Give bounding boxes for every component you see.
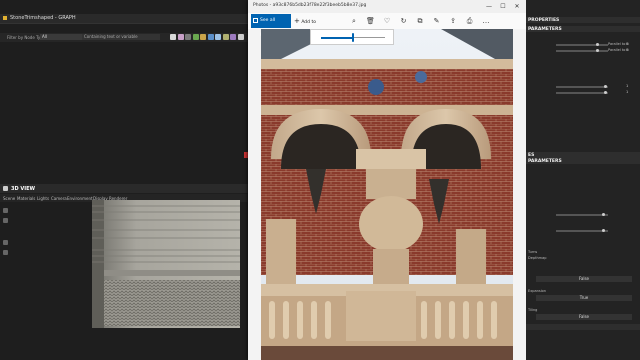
settings-tool-icon[interactable] <box>3 240 8 245</box>
print-icon[interactable]: ⎙ <box>465 16 475 26</box>
section-parameters-2[interactable]: PARAMETERS <box>526 158 640 164</box>
crop-icon[interactable]: ⧉ <box>415 16 425 26</box>
section-parameters[interactable]: PARAMETERS <box>526 26 640 32</box>
3d-view-header: 3D VIEW <box>0 184 248 193</box>
node-filter-button[interactable] <box>222 34 229 40</box>
param-row[interactable]: 0 Parallel to it <box>526 48 640 53</box>
rotate-icon[interactable]: ↻ <box>399 16 409 26</box>
param-row[interactable] <box>526 212 640 217</box>
node-filter-button[interactable] <box>215 34 221 40</box>
label-tiling: Tiling <box>528 308 538 312</box>
3d-view-toolbar <box>0 206 10 266</box>
maximize-button[interactable]: ☐ <box>498 3 508 10</box>
light-tool-icon[interactable] <box>3 218 8 223</box>
node-type-select[interactable]: All <box>40 34 84 40</box>
close-button[interactable]: ✕ <box>512 3 522 10</box>
node-filter-button[interactable] <box>185 34 191 40</box>
photos-toolbar: See all photos + Add to ⌕ 🗑 ♡ ↻ ⧉ ✎ ⇪ ⎙ … <box>248 13 526 37</box>
node-filter-button[interactable] <box>200 34 206 40</box>
delete-icon[interactable]: 🗑 <box>366 16 376 26</box>
graph-tab[interactable]: StoneTrimshaped - GRAPH <box>0 14 248 24</box>
camera-tool-icon[interactable] <box>3 208 8 213</box>
3d-view-icon <box>3 186 8 191</box>
node-filter-button[interactable] <box>170 34 176 40</box>
zoom-icon[interactable]: ⌕ <box>349 16 359 26</box>
param-row[interactable]: 1 <box>526 84 640 89</box>
param-row[interactable]: 1 <box>526 90 640 95</box>
edit-icon[interactable]: ✎ <box>432 16 442 26</box>
node-filter-button[interactable] <box>192 34 199 40</box>
label-depthmap: Depthmap <box>528 256 547 260</box>
param-row[interactable] <box>526 228 640 233</box>
graph-panel: StoneTrimshaped - GRAPH Filter by Node T… <box>0 0 248 184</box>
zoom-thumb[interactable] <box>352 33 354 42</box>
photos-titlebar: Photos - a93c876b5db23f78e22f3beeb5b8e37… <box>248 0 526 13</box>
graph-tab-title: StoneTrimshaped - GRAPH <box>10 15 76 21</box>
more-icon[interactable]: … <box>481 16 491 26</box>
add-to-label: Add to <box>301 20 316 25</box>
minimize-button[interactable]: — <box>484 3 494 10</box>
toggle-false-2[interactable]: False <box>536 314 632 320</box>
section-bottom[interactable] <box>526 324 640 330</box>
menu-scene[interactable]: Scene <box>3 196 15 201</box>
zoom-fill <box>321 36 353 39</box>
zoom-slider[interactable] <box>310 29 394 45</box>
photo-image[interactable] <box>261 29 513 360</box>
see-all-photos-button[interactable]: See all photos <box>251 14 291 37</box>
3d-model-preview[interactable] <box>92 200 240 328</box>
param-row[interactable]: 0 Parallel to it <box>526 42 640 47</box>
properties-panel: PROPERTIES PARAMETERS 0 Parallel to it 0P… <box>526 0 640 360</box>
menu-materials[interactable]: Materials <box>17 196 35 201</box>
graph-filter-bar: Filter by Node Type: All Containing text… <box>0 33 248 42</box>
node-filter-button[interactable] <box>230 34 236 40</box>
filter-text-input[interactable]: Containing text or variable <box>82 34 160 40</box>
section-properties[interactable]: PROPERTIES <box>526 17 640 23</box>
label-expansion: Expansion <box>528 289 547 293</box>
label-turns: Turns <box>528 250 538 254</box>
plus-icon: + <box>294 17 300 25</box>
toggle-true[interactable]: True <box>536 295 632 301</box>
node-filter-button[interactable] <box>207 34 214 40</box>
menu-lights[interactable]: Lights <box>37 196 49 201</box>
add-to-button[interactable]: + Add to <box>294 14 316 28</box>
menu-environment[interactable]: Environment <box>67 196 93 201</box>
menu-camera[interactable]: Camera <box>51 196 67 201</box>
share-icon[interactable]: ⇪ <box>448 16 458 26</box>
3d-view-title: 3D VIEW <box>11 185 36 192</box>
photos-icon <box>253 18 258 23</box>
graph-icon <box>3 16 7 20</box>
window-title: Photos - a93c876b5db23f78e22f3beeb5b8e37… <box>253 3 367 8</box>
node-filter-button[interactable] <box>237 34 244 40</box>
photos-window: Photos - a93c876b5db23f78e22f3beeb5b8e37… <box>248 0 526 360</box>
render-tool-icon[interactable] <box>3 250 8 255</box>
favorite-icon[interactable]: ♡ <box>382 16 392 26</box>
node-filter-button[interactable] <box>177 34 184 40</box>
toggle-false-1[interactable]: False <box>536 276 632 282</box>
